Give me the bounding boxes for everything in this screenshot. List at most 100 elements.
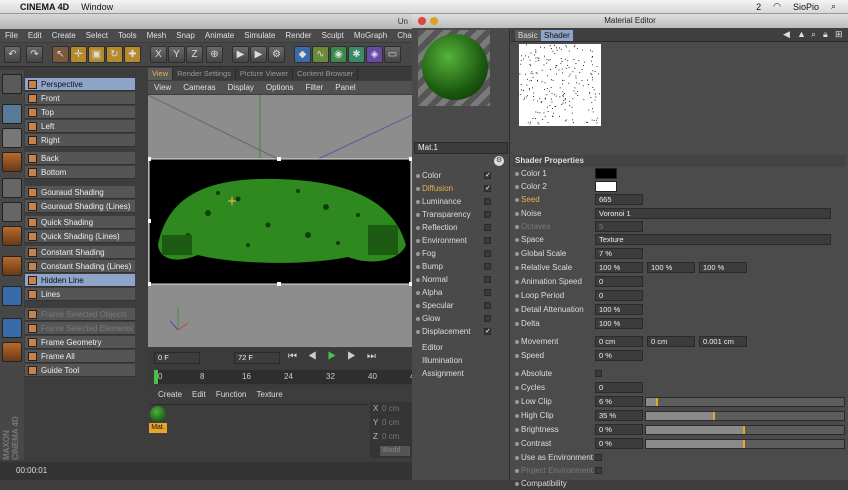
absolute-checkbox[interactable] — [595, 370, 602, 377]
wifi-icon[interactable]: ◠ — [773, 1, 781, 12]
views-menu-item[interactable]: Hidden Line — [25, 274, 135, 287]
add-tool-icon[interactable]: ✚ — [124, 46, 141, 63]
views-menu-item[interactable]: Front — [25, 92, 135, 105]
end-frame-field[interactable]: 72 F — [234, 352, 280, 364]
material-menu-item[interactable]: Create — [158, 390, 182, 399]
channel-extra[interactable]: Assignment — [422, 368, 464, 380]
axis-mode-icon[interactable] — [2, 256, 22, 276]
world-dropdown[interactable]: World — [380, 446, 410, 456]
channel-item[interactable]: Fog — [416, 248, 508, 260]
render-picture-icon[interactable]: ▶ — [250, 46, 267, 63]
status-count[interactable]: 2 — [756, 2, 761, 12]
settings-icon[interactable]: ⚙ — [494, 156, 504, 166]
c4d-menu-item[interactable]: Animate — [205, 31, 234, 40]
viewport-tab[interactable]: Content Browser — [293, 68, 358, 80]
axis-z-button[interactable]: Z — [186, 46, 203, 63]
viewport-tab[interactable]: Picture Viewer — [236, 68, 294, 80]
relative-scale-y-field[interactable]: 100 % — [647, 262, 695, 273]
c4d-menu-item[interactable]: Tools — [118, 31, 137, 40]
playback-controls[interactable]: ⏮ ◀ ▶ ▶ ⏭ — [288, 351, 380, 362]
global-scale-field[interactable]: 7 % — [595, 248, 643, 259]
color-2-swatch[interactable] — [595, 181, 617, 192]
views-menu-item[interactable]: Right — [25, 134, 135, 147]
views-menu-item[interactable]: Guide Tool — [25, 364, 135, 377]
channel-item[interactable]: Bump — [416, 261, 508, 273]
use-as-environment-checkbox[interactable] — [595, 454, 602, 461]
speed-field[interactable]: 0 % — [595, 350, 643, 361]
channel-checkbox[interactable] — [484, 276, 491, 283]
viewport-menu-item[interactable]: View — [154, 83, 171, 92]
channel-checkbox[interactable] — [484, 211, 491, 218]
loop-period-field[interactable]: 0 — [595, 290, 643, 301]
relative-scale-x-field[interactable]: 100 % — [595, 262, 643, 273]
channel-checkbox[interactable] — [484, 224, 491, 231]
color-1-swatch[interactable] — [595, 168, 617, 179]
material-name[interactable]: Mat. — [149, 423, 167, 433]
material-menu-item[interactable]: Texture — [257, 390, 283, 399]
select-tool-icon[interactable]: ↖ — [52, 46, 69, 63]
edges-mode-icon[interactable] — [2, 202, 22, 222]
spline-icon[interactable]: ∿ — [312, 46, 329, 63]
minimize-icon[interactable] — [430, 17, 438, 25]
c4d-menu-item[interactable]: Edit — [28, 31, 42, 40]
views-menu-item[interactable]: Quick Shading (Lines) — [25, 230, 135, 243]
views-menu-item[interactable]: Left — [25, 120, 135, 133]
model-mode-icon[interactable] — [2, 104, 22, 124]
channel-checkbox[interactable] — [484, 198, 491, 205]
c4d-menu-item[interactable]: Sculpt — [322, 31, 344, 40]
views-menu-item[interactable]: Gouraud Shading (Lines) — [25, 200, 135, 213]
material-thumbnail[interactable] — [150, 406, 166, 422]
polygons-mode-icon[interactable] — [2, 226, 22, 246]
timeline-ruler[interactable]: 081624324048 — [154, 370, 419, 384]
playhead[interactable] — [154, 370, 158, 384]
coord-system-icon[interactable]: ⊕ — [206, 46, 223, 63]
c4d-menu-item[interactable]: Select — [86, 31, 108, 40]
render-view-icon[interactable]: ▶ — [232, 46, 249, 63]
make-editable-icon[interactable] — [2, 74, 22, 94]
axis-x-button[interactable]: X — [150, 46, 167, 63]
channel-item[interactable]: Color ✓ — [416, 170, 508, 182]
channel-item[interactable]: Specular — [416, 300, 508, 312]
channel-extra[interactable]: Editor — [422, 342, 443, 354]
window-menu[interactable]: Window — [81, 2, 113, 12]
close-icon[interactable] — [418, 17, 426, 25]
viewport-menu-item[interactable]: Panel — [335, 83, 355, 92]
undo-icon[interactable]: ↶ — [4, 46, 21, 63]
material-preview[interactable] — [418, 30, 490, 106]
views-menu-item[interactable]: Frame All — [25, 350, 135, 363]
c4d-menu-item[interactable]: Mesh — [147, 31, 167, 40]
high-clip-field[interactable]: 35 % — [595, 410, 643, 421]
views-menu-item[interactable]: Bottom — [25, 166, 135, 179]
relative-scale-z-field[interactable]: 100 % — [699, 262, 747, 273]
animation-speed-field[interactable]: 0 — [595, 276, 643, 287]
low-clip-field[interactable]: 6 % — [595, 396, 643, 407]
viewport-menu-item[interactable]: Display — [228, 83, 254, 92]
channel-item[interactable]: Transparency — [416, 209, 508, 221]
channel-checkbox[interactable] — [484, 289, 491, 296]
space-dropdown[interactable]: Texture — [595, 234, 831, 245]
rotate-tool-icon[interactable]: ↻ — [106, 46, 123, 63]
views-menu-item[interactable]: Gouraud Shading — [25, 186, 135, 199]
nurbs-icon[interactable]: ◉ — [330, 46, 347, 63]
axis-y-button[interactable]: Y — [168, 46, 185, 63]
views-menu-item[interactable]: Top — [25, 106, 135, 119]
viewport-tab[interactable]: View — [148, 68, 174, 80]
channel-item[interactable]: Reflection — [416, 222, 508, 234]
channel-item[interactable]: Glow — [416, 313, 508, 325]
channel-item[interactable]: Normal — [416, 274, 508, 286]
c4d-menu-item[interactable]: File — [5, 31, 18, 40]
move-tool-icon[interactable]: ✛ — [70, 46, 87, 63]
c4d-menu-item[interactable]: Render — [285, 31, 311, 40]
channel-item[interactable]: Luminance — [416, 196, 508, 208]
redo-icon[interactable]: ↷ — [26, 46, 43, 63]
brightness-field[interactable]: 0 % — [595, 424, 643, 435]
deformer-icon[interactable]: ◈ — [366, 46, 383, 63]
octaves-field[interactable]: 5 — [595, 221, 643, 232]
views-menu-item[interactable]: Perspective — [25, 78, 135, 91]
viewport-menu-item[interactable]: Filter — [305, 83, 323, 92]
channel-checkbox[interactable] — [484, 315, 491, 322]
channel-checkbox[interactable] — [484, 237, 491, 244]
current-frame-field[interactable]: 0 F — [154, 352, 200, 364]
brightness-slider[interactable] — [645, 425, 845, 435]
material-name-field[interactable]: Mat.1 — [414, 142, 508, 154]
